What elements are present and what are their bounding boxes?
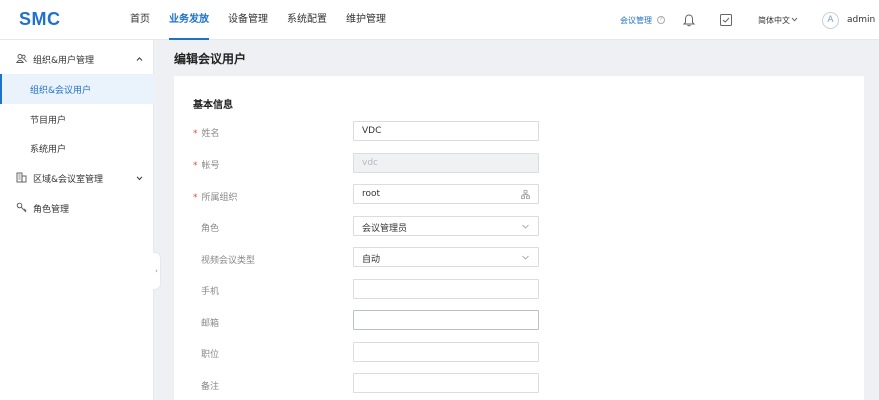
name-label: * 姓名	[193, 129, 220, 139]
nav-item-maintenance[interactable]: 维护管理	[346, 0, 386, 40]
meeting-management-link[interactable]: 会议管理	[620, 15, 652, 26]
nav-item-device-management[interactable]: 设备管理	[228, 0, 268, 40]
org-tree-icon[interactable]	[521, 190, 530, 199]
chevron-down-icon	[136, 176, 143, 181]
sidebar-group-role-management[interactable]: 角色管理	[0, 193, 154, 223]
chevron-down-icon	[522, 255, 529, 260]
top-bar: SMC 首页 业务发放 设备管理 系统配置 维护管理 会议管理 ? 简体中文 A…	[0, 0, 879, 40]
sidebar-item-label: 节目用户	[30, 116, 67, 126]
main-nav: 首页 业务发放 设备管理 系统配置 维护管理	[120, 0, 405, 40]
section-title: 基本信息	[193, 100, 233, 111]
nav-item-service-provisioning[interactable]: 业务发放	[169, 0, 209, 40]
sidebar-collapse-toggle[interactable]: ‹	[153, 252, 161, 290]
position-input[interactable]	[353, 342, 539, 362]
video-conference-type-select[interactable]: 自动	[353, 247, 539, 267]
sidebar-item-label: 组织&会议用户	[30, 86, 92, 96]
email-input[interactable]	[353, 310, 539, 330]
video-conference-type-label: 视频会议类型	[201, 256, 256, 266]
required-mark: *	[193, 129, 198, 139]
organization-label: * 所属组织	[193, 193, 238, 203]
required-mark: *	[193, 193, 198, 203]
sidebar: 组织&用户管理 组织&会议用户 节目用户 系统用户 区域&会议室管理 角色管理	[0, 40, 154, 400]
chevron-down-icon	[522, 224, 529, 229]
language-selector[interactable]: 简体中文	[758, 15, 790, 26]
sidebar-group-label: 区域&会议室管理	[33, 175, 104, 185]
building-icon	[16, 172, 27, 183]
username[interactable]: admin	[847, 15, 875, 25]
remark-label: 备注	[201, 382, 220, 392]
nav-item-system-config[interactable]: 系统配置	[287, 0, 327, 40]
avatar[interactable]: A	[822, 12, 839, 29]
sidebar-item-org-meeting-users[interactable]: 组织&会议用户	[0, 74, 154, 104]
sidebar-group-label: 组织&用户管理	[33, 56, 95, 66]
sidebar-item-system-users[interactable]: 系统用户	[0, 133, 154, 163]
name-input[interactable]: VDC	[353, 121, 539, 141]
checkbox-icon[interactable]	[720, 14, 732, 26]
role-label: 角色	[201, 224, 220, 234]
users-icon	[16, 54, 27, 63]
bell-icon[interactable]	[683, 14, 695, 27]
smc-logo[interactable]: SMC	[19, 9, 61, 30]
chevron-up-icon	[136, 57, 143, 61]
remark-input[interactable]	[353, 373, 539, 393]
role-select[interactable]: 会议管理员	[353, 216, 539, 236]
sidebar-item-label: 系统用户	[30, 145, 67, 155]
account-input: vdc	[353, 153, 539, 173]
account-label: * 帐号	[193, 161, 220, 171]
sidebar-group-area-room-management[interactable]: 区域&会议室管理	[0, 163, 154, 193]
email-label: 邮箱	[201, 319, 220, 329]
edit-user-form-card: 基本信息 * 姓名 VDC * 帐号 vdc * 所属组织 root 角色 会议管理员…	[174, 76, 864, 400]
page-title: 编辑会议用户	[174, 52, 247, 66]
organization-picker[interactable]: root	[353, 184, 539, 204]
chevron-down-icon[interactable]	[791, 16, 798, 23]
required-mark: *	[193, 161, 198, 171]
key-icon	[16, 202, 27, 213]
mobile-label: 手机	[201, 287, 220, 297]
question-circle-icon[interactable]: ?	[657, 16, 665, 24]
sidebar-item-program-users[interactable]: 节目用户	[0, 104, 154, 134]
sidebar-group-label: 角色管理	[33, 205, 70, 215]
position-label: 职位	[201, 350, 220, 360]
sidebar-group-org-user-management[interactable]: 组织&用户管理	[0, 44, 154, 74]
nav-item-home[interactable]: 首页	[130, 0, 150, 40]
mobile-input[interactable]	[353, 279, 539, 299]
